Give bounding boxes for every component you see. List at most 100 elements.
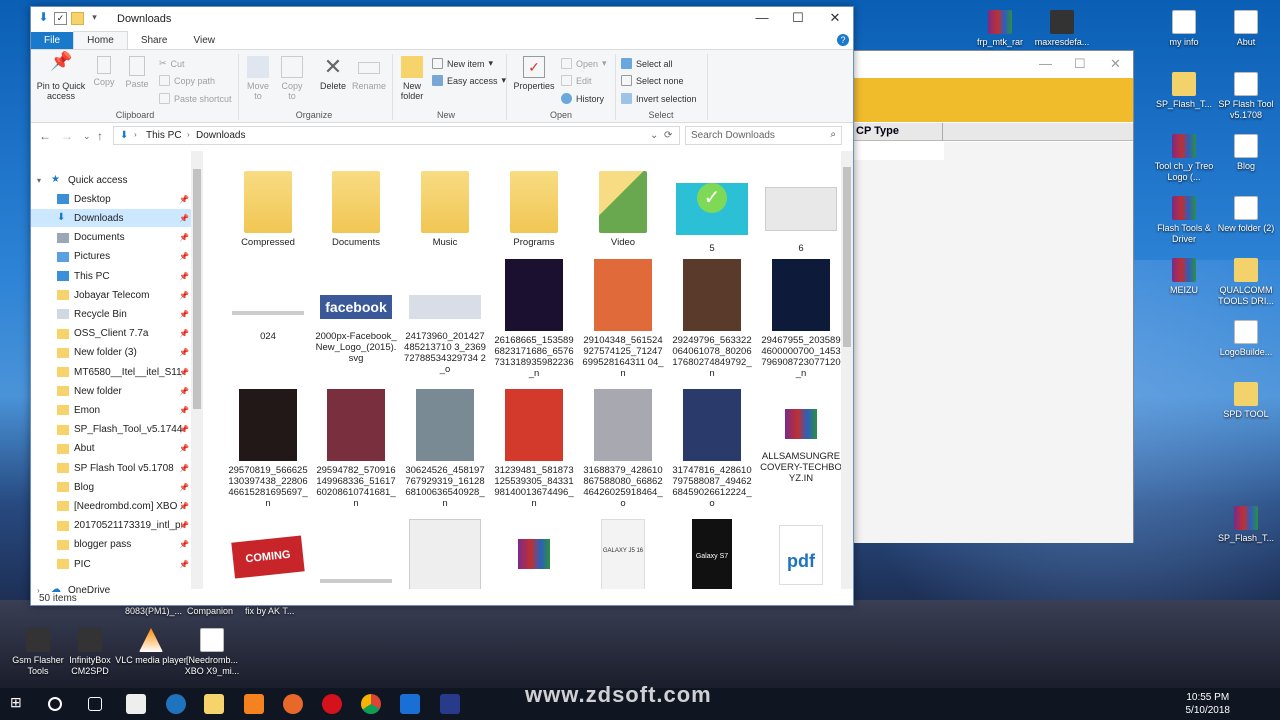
app-icon[interactable]: [440, 694, 460, 714]
up-arrow-icon[interactable]: ↑: [97, 129, 103, 143]
file-item[interactable]: 31239481_581873125539305_843319814001367…: [492, 389, 576, 509]
bg-close-button[interactable]: ✕: [1110, 56, 1121, 72]
nav-item[interactable]: 20170521173319_intl_prd_sta📌: [31, 517, 191, 535]
nav-item[interactable]: Blog 📌: [31, 478, 191, 496]
nav-item[interactable]: SP Flash Tool v5.1708 📌: [31, 459, 191, 477]
breadcrumb-this-pc[interactable]: This PC: [146, 130, 182, 141]
file-item[interactable]: Video: [581, 171, 665, 248]
file-item[interactable]: COMING SOON!: [226, 519, 310, 589]
file-item[interactable]: pdf: [759, 519, 841, 589]
desktop-icon[interactable]: Blog: [1210, 134, 1280, 172]
navigation-pane[interactable]: ▾ ★ Quick access Desktop 📌 ⬇ Downloads 📌 Documen…: [31, 151, 203, 596]
pin-icon[interactable]: 📌: [179, 233, 189, 242]
file-item[interactable]: Music: [403, 171, 487, 248]
pin-icon[interactable]: 📌: [179, 310, 189, 319]
nav-item[interactable]: Pictures 📌: [31, 248, 191, 266]
file-item[interactable]: 29467955_2035894600000700_14537969087230…: [759, 259, 841, 379]
file-item[interactable]: Galaxy S7: [670, 519, 754, 589]
desktop-icon[interactable]: SPD TOOL: [1210, 382, 1280, 420]
file-item[interactable]: GALAXY J5 16: [581, 519, 665, 589]
copy-path-button[interactable]: Copy path: [159, 75, 215, 86]
file-item[interactable]: ✓ 5: [670, 171, 754, 254]
system-clock[interactable]: 10:55 PM 5/10/2018: [1186, 691, 1231, 717]
new-item-button[interactable]: New item ▾: [432, 58, 493, 69]
back-arrow-icon[interactable]: ←: [39, 129, 51, 143]
invert-selection-button[interactable]: Invert selection: [621, 93, 697, 104]
nav-item[interactable]: Abut 📌: [31, 440, 191, 458]
pin-icon[interactable]: 📌: [179, 329, 189, 338]
chrome-icon[interactable]: [361, 694, 381, 714]
file-item[interactable]: facebook 2000px-Facebook_New_Logo_(2015).…: [314, 259, 398, 364]
file-item[interactable]: 31747816_428610797588087_494626845902661…: [670, 389, 754, 509]
pin-icon[interactable]: 📌: [179, 291, 189, 300]
open-button[interactable]: Open ▾: [561, 58, 607, 69]
desktop-icon[interactable]: Abut: [1210, 10, 1280, 48]
down-arrow-icon[interactable]: ⬇: [37, 11, 50, 25]
close-button[interactable]: ✕: [817, 10, 853, 26]
breadcrumb-downloads[interactable]: Downloads: [196, 130, 245, 141]
maximize-button[interactable]: ☐: [780, 10, 816, 26]
nav-item[interactable]: New folder (3) 📌: [31, 344, 191, 362]
new-folder-icon[interactable]: [71, 12, 84, 25]
nav-item[interactable]: ▾ ★ Quick access: [31, 171, 191, 189]
task-view-icon[interactable]: [88, 697, 102, 711]
tab-home[interactable]: Home: [73, 31, 128, 49]
nav-item[interactable]: Recycle Bin 📌: [31, 305, 191, 323]
forward-arrow-icon[interactable]: →: [61, 129, 73, 143]
file-item[interactable]: Programs: [492, 171, 576, 248]
nav-item[interactable]: MT6580__Itel__itel_S11__S📌: [31, 363, 191, 381]
nav-item[interactable]: Emon 📌: [31, 401, 191, 419]
file-item[interactable]: 30624526_458197767929319_161286810063654…: [403, 389, 487, 509]
desktop-icon[interactable]: New folder (2): [1210, 196, 1280, 234]
nav-item[interactable]: SP_Flash_Tool_v5.1744_W📌: [31, 421, 191, 439]
file-item[interactable]: 024: [226, 259, 310, 342]
bg-column-header[interactable]: CP Type: [854, 123, 1133, 141]
nav-item[interactable]: New folder 📌: [31, 382, 191, 400]
file-item[interactable]: 26168665_1535896823171686_65767313189359…: [492, 259, 576, 379]
nav-item[interactable]: ⬇ Downloads 📌: [31, 209, 191, 228]
minimize-button[interactable]: —: [744, 10, 780, 25]
pin-icon[interactable]: 📌: [179, 214, 189, 223]
file-item[interactable]: ALLSAMSUNGRECOVERY-TECHBOYZ.IN: [759, 389, 841, 484]
pin-icon[interactable]: 📌: [179, 502, 189, 511]
pin-icon[interactable]: 📌: [179, 195, 189, 204]
easy-access-button[interactable]: Easy access ▾: [432, 75, 506, 86]
nav-item[interactable]: PIC 📌: [31, 555, 191, 573]
desktop-icon[interactable]: maxresdefa...: [1026, 10, 1098, 48]
file-view[interactable]: Compressed Documents Music Programs Video ✓ 5 6…: [221, 151, 841, 589]
delete-button[interactable]: ✕ Delete: [316, 56, 350, 92]
pin-icon[interactable]: 📌: [179, 521, 189, 530]
tab-view[interactable]: View: [181, 32, 229, 49]
start-windows-icon[interactable]: ⊞: [10, 694, 30, 714]
search-box[interactable]: Search Downloads ⌕: [685, 126, 842, 145]
file-item[interactable]: 31688379_428610867588080_668624642602591…: [581, 389, 665, 509]
column-separator[interactable]: [942, 123, 943, 141]
nav-scroll-thumb[interactable]: [193, 169, 201, 409]
app-icon[interactable]: [400, 694, 420, 714]
pin-icon[interactable]: 📌: [179, 252, 189, 261]
paste-shortcut-button[interactable]: Paste shortcut: [159, 93, 232, 104]
pin-icon[interactable]: 📌: [179, 368, 189, 377]
cut-button[interactable]: ✂ Cut: [159, 58, 185, 69]
chevron-down-icon[interactable]: ▾: [88, 12, 101, 25]
nav-item[interactable]: Desktop 📌: [31, 190, 191, 208]
bg-minimize-button[interactable]: —: [1039, 56, 1052, 71]
file-item[interactable]: Documents: [314, 171, 398, 248]
pin-icon[interactable]: 📌: [179, 560, 189, 569]
tab-file[interactable]: File: [31, 32, 74, 49]
opera-icon[interactable]: [322, 694, 342, 714]
file-item[interactable]: 24173960_201427485213710 3_2369727885343…: [403, 259, 487, 375]
move-to-button[interactable]: Move to: [244, 56, 272, 101]
store-icon[interactable]: [126, 694, 146, 714]
edit-button[interactable]: Edit: [561, 75, 592, 86]
new-folder-button[interactable]: New folder: [396, 56, 428, 101]
pin-icon[interactable]: 📌: [179, 406, 189, 415]
pin-icon[interactable]: 📌: [179, 540, 189, 549]
title-bar[interactable]: ⬇ ✓ ▾ Downloads — ☐ ✕: [31, 7, 853, 31]
pin-icon[interactable]: 📌: [179, 425, 189, 434]
pin-icon[interactable]: 📌: [179, 444, 189, 453]
file-item[interactable]: 29570819_566625130397438_228064661528169…: [226, 389, 310, 509]
select-none-button[interactable]: Select none: [621, 75, 684, 86]
pin-icon[interactable]: 📌: [179, 483, 189, 492]
firefox-icon[interactable]: [283, 694, 303, 714]
